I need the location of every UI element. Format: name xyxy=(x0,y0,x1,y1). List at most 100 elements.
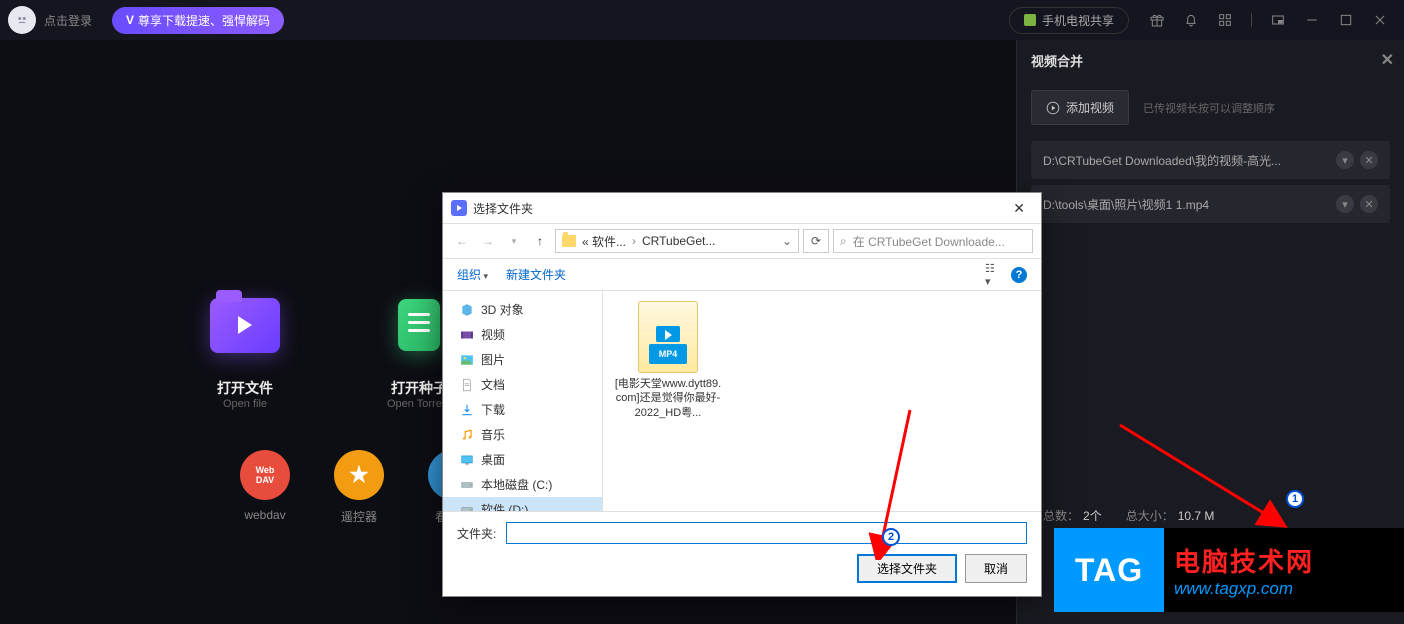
size-label: 总大小： xyxy=(1126,509,1174,523)
video-path: D:\CRTubeGet Downloaded\我的视频-高光... xyxy=(1043,152,1330,169)
panel-close-icon[interactable]: ✕ xyxy=(1381,50,1394,70)
tree-drive-d[interactable]: 软件 (D:) xyxy=(443,497,602,511)
dialog-footer: 文件夹: 选择文件夹 取消 xyxy=(443,511,1041,593)
nav-up-icon[interactable]: ↑ xyxy=(529,230,551,252)
chevron-right-icon: › xyxy=(632,234,636,248)
dialog-nav: ← → ▾ ↑ « 软件... › CRTubeGet... ⌄ ⟳ ⌕ 在 C… xyxy=(443,223,1041,259)
play-plus-icon xyxy=(1046,101,1060,115)
move-down-icon[interactable]: ▾ xyxy=(1336,151,1354,169)
dialog-logo-icon xyxy=(451,200,467,216)
search-placeholder: 在 CRTubeGet Downloade... xyxy=(853,233,1005,250)
phone-share-button[interactable]: 手机电视共享 xyxy=(1009,7,1129,34)
video-item[interactable]: D:\tools\桌面\照片\视频1 1.mp4 ▾ ✕ xyxy=(1031,185,1390,223)
folder-input[interactable] xyxy=(506,522,1027,544)
annotation-badge-1: 1 xyxy=(1286,490,1304,508)
tree-videos[interactable]: 视频 xyxy=(443,322,602,347)
video-item[interactable]: D:\CRTubeGet Downloaded\我的视频-高光... ▾ ✕ xyxy=(1031,141,1390,179)
watermark: TAG 电脑技术网 www.tagxp.com xyxy=(1054,528,1404,612)
torrent-icon xyxy=(398,299,440,351)
promo-text: 尊享下载提速、强悍解码 xyxy=(138,12,270,29)
view-mode-icon[interactable]: ☷ ▾ xyxy=(985,267,1003,283)
annotation-badge-2: 2 xyxy=(882,528,900,546)
file-item[interactable]: MP4 [电影天堂www.dytt89.com]还是觉得你最好-2022_HD粤… xyxy=(613,301,723,420)
dialog-titlebar: 选择文件夹 ✕ xyxy=(443,193,1041,223)
remove-icon[interactable]: ✕ xyxy=(1360,195,1378,213)
tree-documents[interactable]: 文档 xyxy=(443,372,602,397)
organize-menu[interactable]: 组织 xyxy=(457,266,488,283)
nav-back-icon[interactable]: ← xyxy=(451,230,473,252)
video-path: D:\tools\桌面\照片\视频1 1.mp4 xyxy=(1043,196,1330,213)
dialog-content: MP4 [电影天堂www.dytt89.com]还是觉得你最好-2022_HD粤… xyxy=(603,291,1041,511)
move-down-icon[interactable]: ▾ xyxy=(1336,195,1354,213)
watermark-tag: TAG xyxy=(1054,528,1164,612)
watermark-url: www.tagxp.com xyxy=(1174,579,1404,599)
tiles-row: 打开文件 Open file 打开种子 Open Torrent xyxy=(190,280,474,410)
new-folder-button[interactable]: 新建文件夹 xyxy=(506,266,566,283)
webdav-icon: WebDAV xyxy=(240,450,290,500)
breadcrumb-dropdown-icon[interactable]: ⌄ xyxy=(782,234,792,248)
bell-icon[interactable] xyxy=(1183,12,1199,28)
app-topbar: 点击登录 V 尊享下载提速、强悍解码 手机电视共享 xyxy=(0,0,1404,40)
folder-icon xyxy=(562,235,576,247)
size-value: 10.7 M xyxy=(1178,509,1215,523)
add-video-button[interactable]: 添加视频 xyxy=(1031,90,1129,125)
remote-label: 遥控器 xyxy=(334,508,384,525)
minimize-icon[interactable] xyxy=(1304,12,1320,28)
dialog-body: 3D 对象 视频 图片 文档 下载 音乐 桌面 本地磁盘 (C:) 软件 (D:… xyxy=(443,291,1041,511)
file-name: [电影天堂www.dytt89.com]还是觉得你最好-2022_HD粤... xyxy=(613,377,723,420)
add-video-label: 添加视频 xyxy=(1066,99,1114,116)
remote-shortcut[interactable]: ★ 遥控器 xyxy=(334,450,384,525)
open-file-tile[interactable]: 打开文件 Open file xyxy=(190,280,300,410)
tree-3d-objects[interactable]: 3D 对象 xyxy=(443,297,602,322)
promo-pill[interactable]: V 尊享下载提速、强悍解码 xyxy=(112,7,284,34)
nav-recent-icon[interactable]: ▾ xyxy=(503,230,525,252)
mini-player-icon[interactable] xyxy=(1270,12,1286,28)
search-icon: ⌕ xyxy=(840,234,847,249)
cancel-button[interactable]: 取消 xyxy=(965,554,1027,583)
dialog-close-icon[interactable]: ✕ xyxy=(1005,196,1033,221)
phone-share-label: 手机电视共享 xyxy=(1042,12,1114,29)
panel-toolbar: 添加视频 已传视频长按可以调整顺序 xyxy=(1017,80,1404,135)
open-file-sub: Open file xyxy=(190,398,300,410)
tree-pictures[interactable]: 图片 xyxy=(443,347,602,372)
file-dialog: 选择文件夹 ✕ ← → ▾ ↑ « 软件... › CRTubeGet... ⌄… xyxy=(442,192,1042,597)
grid-icon[interactable] xyxy=(1217,12,1233,28)
android-icon xyxy=(1024,14,1036,26)
tree-desktop[interactable]: 桌面 xyxy=(443,447,602,472)
login-link[interactable]: 点击登录 xyxy=(44,12,92,29)
topbar-icons xyxy=(1149,12,1388,28)
panel-hint: 已传视频长按可以调整顺序 xyxy=(1143,100,1275,116)
breadcrumb-2[interactable]: CRTubeGet... xyxy=(642,234,715,248)
dialog-title: 选择文件夹 xyxy=(473,200,1005,217)
breadcrumb[interactable]: « 软件... › CRTubeGet... ⌄ xyxy=(555,229,799,253)
tree-music[interactable]: 音乐 xyxy=(443,422,602,447)
watermark-cn: 电脑技术网 xyxy=(1174,542,1404,579)
dialog-tree: 3D 对象 视频 图片 文档 下载 音乐 桌面 本地磁盘 (C:) 软件 (D:… xyxy=(443,291,603,511)
vip-icon: V xyxy=(126,13,134,27)
gift-icon[interactable] xyxy=(1149,12,1165,28)
close-icon[interactable] xyxy=(1372,12,1388,28)
dialog-toolbar: 组织 新建文件夹 ☷ ▾ ? xyxy=(443,259,1041,291)
remove-icon[interactable]: ✕ xyxy=(1360,151,1378,169)
open-file-title: 打开文件 xyxy=(190,378,300,398)
remote-icon: ★ xyxy=(334,450,384,500)
breadcrumb-1[interactable]: « 软件... xyxy=(582,233,626,250)
count-value: 2个 xyxy=(1083,509,1102,523)
folder-label: 文件夹: xyxy=(457,525,496,542)
maximize-icon[interactable] xyxy=(1338,12,1354,28)
divider xyxy=(1251,13,1252,27)
folder-icon xyxy=(210,298,280,353)
webdav-label: webdav xyxy=(240,508,290,522)
nav-forward-icon[interactable]: → xyxy=(477,230,499,252)
help-icon[interactable]: ? xyxy=(1011,267,1027,283)
tree-drive-c[interactable]: 本地磁盘 (C:) xyxy=(443,472,602,497)
search-input[interactable]: ⌕ 在 CRTubeGet Downloade... xyxy=(833,229,1033,253)
mp4-folder-icon: MP4 xyxy=(638,301,698,373)
refresh-button[interactable]: ⟳ xyxy=(803,229,829,253)
tree-downloads[interactable]: 下载 xyxy=(443,397,602,422)
select-folder-button[interactable]: 选择文件夹 xyxy=(857,554,957,583)
avatar[interactable] xyxy=(8,6,36,34)
panel-header: 视频合并 ✕ xyxy=(1017,40,1404,80)
webdav-shortcut[interactable]: WebDAV webdav xyxy=(240,450,290,525)
panel-title: 视频合并 xyxy=(1031,51,1083,70)
